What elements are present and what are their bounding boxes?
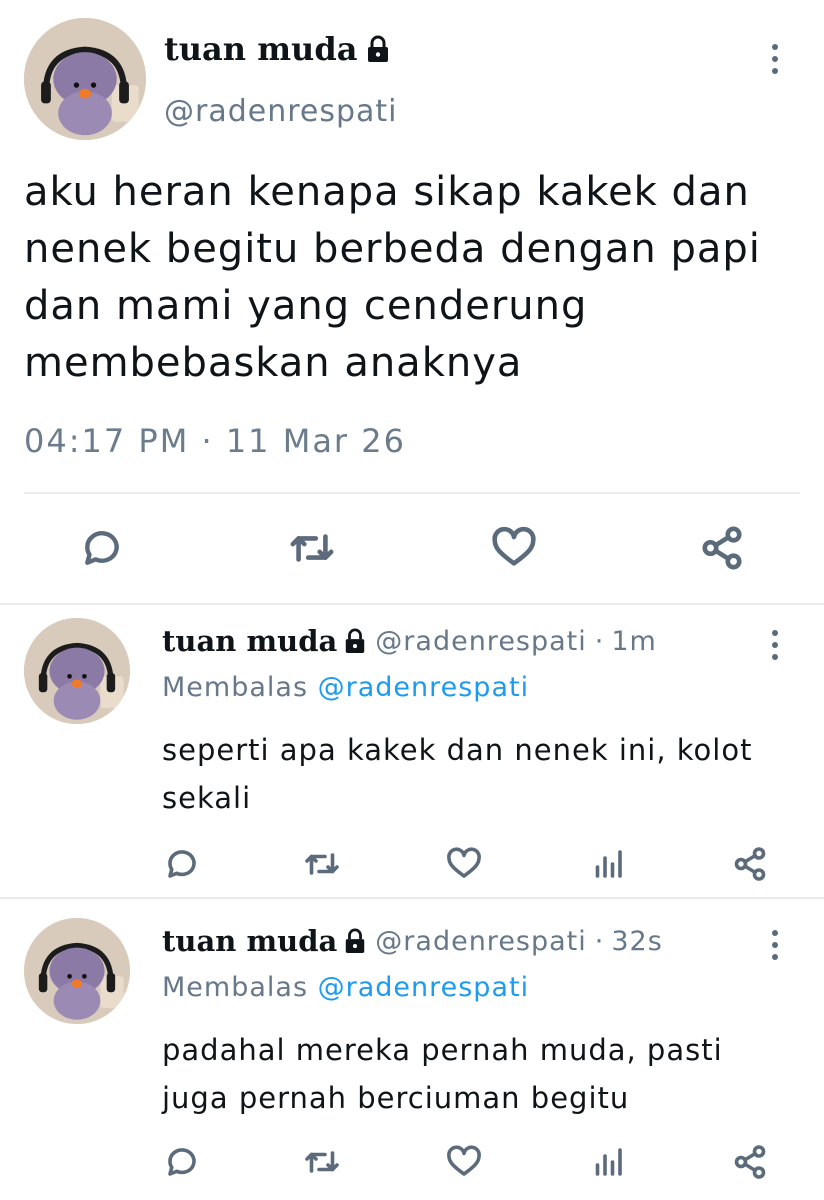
analytics-icon [595, 1148, 622, 1176]
avatar[interactable] [24, 618, 130, 724]
divider [24, 492, 800, 494]
display-name[interactable]: tuan muda [162, 924, 337, 958]
retweet-button[interactable] [300, 842, 344, 886]
reply-button[interactable] [74, 520, 130, 576]
avatar[interactable] [24, 918, 130, 1024]
reply-text: seperti apa kakek dan nenek ini, kolot s… [162, 726, 812, 822]
retweet-button[interactable] [300, 1140, 344, 1184]
reply-text-line: padahal mereka pernah muda, pasti [162, 1033, 723, 1067]
reply-header: tuan muda @radenrespati · 1m [162, 624, 657, 658]
like-button[interactable] [442, 1140, 486, 1184]
reply-icon [168, 1148, 196, 1176]
lock-icon [346, 928, 365, 953]
separator: · [594, 625, 604, 657]
replying-to: Membalas @radenrespati [162, 972, 529, 1003]
more-vertical-icon[interactable] [772, 630, 778, 666]
analytics-button[interactable] [586, 1140, 630, 1184]
retweet-icon [290, 534, 334, 562]
reply-text-line: seperti apa kakek dan nenek ini, kolot [162, 733, 753, 767]
replying-to-link[interactable]: @radenrespati [318, 972, 529, 1003]
heart-icon [447, 847, 481, 878]
share-icon [702, 526, 742, 570]
share-icon [734, 847, 766, 881]
tweet-text: aku heran kenapa sikap kakek dan nenek b… [24, 164, 804, 392]
lock-icon [346, 628, 365, 653]
more-vertical-icon[interactable] [772, 930, 778, 966]
analytics-icon [595, 850, 622, 878]
replying-label: Membalas [162, 672, 309, 703]
retweet-button[interactable] [284, 520, 340, 576]
reply-age: 1m [611, 625, 657, 657]
display-name[interactable]: tuan muda [164, 30, 357, 68]
avatar-image [24, 918, 130, 1024]
reply-icon [168, 850, 196, 878]
avatar-image [24, 18, 146, 140]
heart-icon [492, 526, 536, 566]
reply-text-line: sekali [162, 781, 252, 815]
share-icon [734, 1145, 766, 1179]
separator: · [201, 422, 214, 460]
share-button[interactable] [728, 842, 772, 886]
tweet-time: 04:17 PM [24, 422, 190, 460]
reply-button[interactable] [160, 842, 204, 886]
separator: · [594, 925, 604, 957]
tweet-date: 11 Mar 26 [225, 422, 406, 460]
reply-button[interactable] [160, 1140, 204, 1184]
handle[interactable]: @radenrespati [164, 94, 398, 129]
avatar[interactable] [24, 18, 146, 140]
handle[interactable]: @radenrespati [375, 926, 586, 957]
display-name[interactable]: tuan muda [162, 624, 337, 658]
share-button[interactable] [694, 520, 750, 576]
more-vertical-icon[interactable] [772, 44, 778, 80]
reply-age: 32s [611, 925, 663, 957]
tweet-text-line: membebaskan anaknya [24, 340, 523, 386]
analytics-button[interactable] [586, 842, 630, 886]
divider [0, 603, 824, 605]
avatar-image [24, 618, 130, 724]
divider [0, 897, 824, 899]
share-button[interactable] [728, 1140, 772, 1184]
reply-icon [85, 531, 119, 565]
handle[interactable]: @radenrespati [375, 626, 586, 657]
lock-icon [368, 35, 389, 62]
retweet-icon [305, 1151, 339, 1173]
reply-text: padahal mereka pernah muda, pasti juga p… [162, 1026, 812, 1122]
tweet-timestamp[interactable]: 04:17 PM · 11 Mar 26 [24, 422, 406, 460]
replying-to: Membalas @radenrespati [162, 672, 529, 703]
replying-to-link[interactable]: @radenrespati [318, 672, 529, 703]
tweet-text-line: dan mami yang cenderung [24, 283, 588, 329]
reply-text-line: juga pernah berciuman begitu [162, 1081, 630, 1115]
tweet-text-line: nenek begitu berbeda dengan papi [24, 226, 761, 272]
like-button[interactable] [486, 520, 542, 576]
reply-header: tuan muda @radenrespati · 32s [162, 924, 663, 958]
replying-label: Membalas [162, 972, 309, 1003]
retweet-icon [305, 853, 339, 875]
like-button[interactable] [442, 842, 486, 886]
heart-icon [447, 1145, 481, 1176]
tweet-text-line: aku heran kenapa sikap kakek dan [24, 169, 750, 215]
